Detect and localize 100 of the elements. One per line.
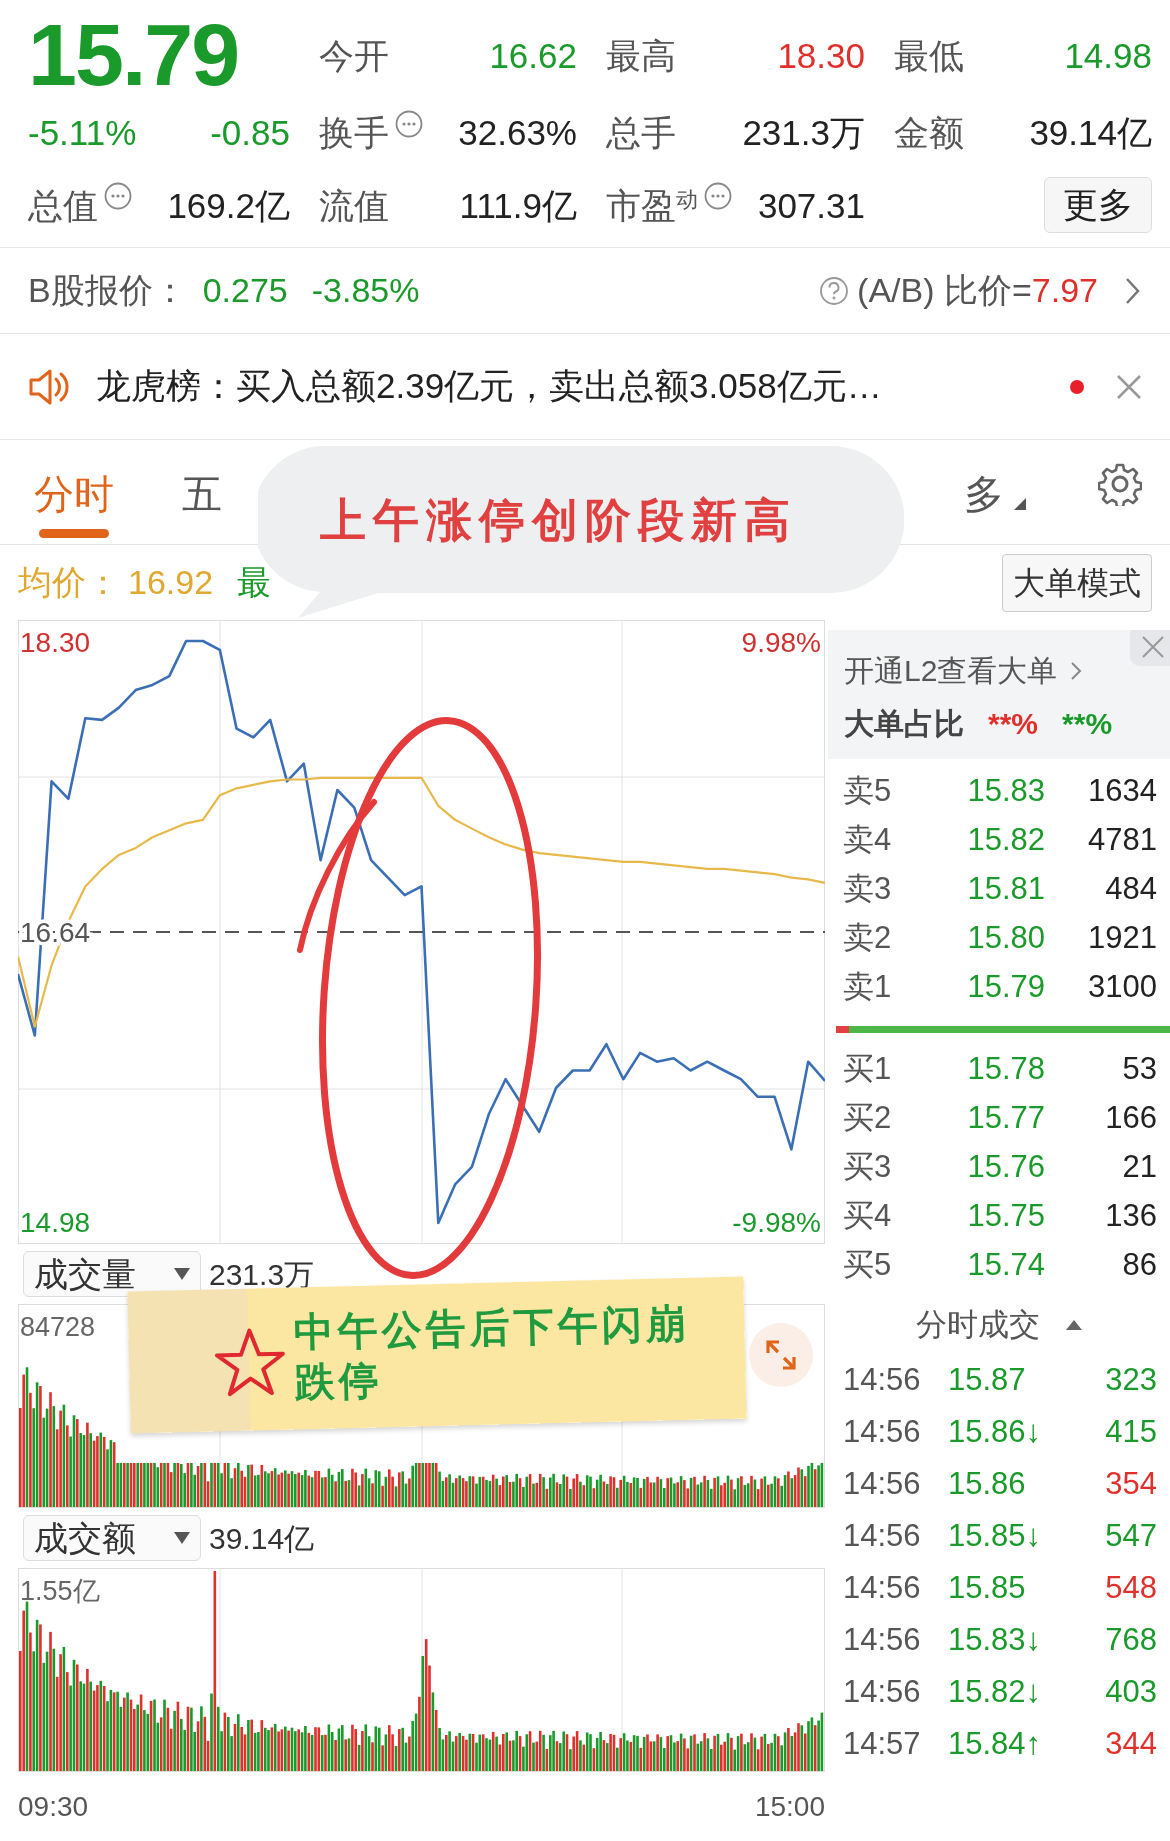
- caret-icon[interactable]: [1014, 498, 1026, 510]
- trade-time: 14:56: [843, 1412, 922, 1451]
- order-volume: 166: [1104, 1099, 1157, 1138]
- order-level-label: 买5: [843, 1246, 893, 1285]
- trade-price: 15.86↓: [948, 1412, 1043, 1451]
- trade-volume: 344: [1104, 1724, 1157, 1763]
- order-volume: 136: [1104, 1197, 1157, 1236]
- trade-price: 15.85: [948, 1568, 1027, 1607]
- l2-promo-panel[interactable]: 开通L2查看大单 大单占比 **% **%: [828, 630, 1170, 759]
- axis-label: 14.98: [20, 1206, 91, 1238]
- time-axis-label: 15:00: [754, 1790, 825, 1824]
- order-volume: 86: [1121, 1246, 1157, 1285]
- trade-volume: 548: [1104, 1568, 1157, 1607]
- trade-price: 15.84↑: [948, 1724, 1043, 1763]
- stat-label: 换手: [319, 115, 389, 150]
- order-level-label: 卖1: [843, 968, 893, 1007]
- order-price: 15.76: [966, 1148, 1045, 1187]
- order-price: 15.83: [966, 772, 1045, 811]
- ratio-value: 7.97: [1031, 270, 1098, 311]
- order-volume: 3100: [1087, 968, 1157, 1007]
- order-volume: 1634: [1087, 772, 1157, 811]
- stat-label: 总手: [606, 115, 676, 150]
- stat-label: 最低: [894, 37, 964, 73]
- order-volume: 1921: [1087, 919, 1157, 958]
- order-volume: 484: [1104, 870, 1157, 909]
- trade-time: 14:56: [843, 1568, 922, 1607]
- indicator-selector[interactable]: 成交量: [23, 1251, 201, 1297]
- trade-time: 14:56: [843, 1672, 922, 1711]
- ellipsis-icon[interactable]: [704, 182, 732, 210]
- trade-time: 14:56: [843, 1360, 922, 1399]
- big-order-mode-button[interactable]: 大单模式: [1002, 553, 1152, 612]
- ratio-label: (A/B) 比价=: [857, 270, 1032, 311]
- trade-volume: 323: [1104, 1360, 1157, 1399]
- stat-value: 39.14亿: [1029, 115, 1152, 150]
- latest-price-label: 最: [237, 562, 272, 603]
- stat-value: 18.30: [777, 37, 865, 73]
- time-axis-label: 09:30: [18, 1790, 89, 1824]
- tab[interactable]: 多: [960, 474, 1008, 544]
- average-price-value: 16.92: [128, 562, 214, 603]
- stat-value: 231.3万: [742, 115, 865, 150]
- order-price: 15.82: [966, 821, 1045, 860]
- order-level-label: 买2: [843, 1099, 893, 1138]
- stat-value: 169.2亿: [167, 187, 290, 223]
- order-level-label: 买4: [843, 1197, 893, 1236]
- ellipsis-icon[interactable]: [395, 109, 423, 138]
- tab[interactable]: 五: [178, 474, 226, 544]
- ellipsis-icon[interactable]: [104, 182, 132, 210]
- order-price: 15.79: [966, 968, 1045, 1007]
- trade-time: 14:56: [843, 1620, 922, 1659]
- expand-icon[interactable]: [748, 1322, 814, 1388]
- b-share-price: 0.275: [202, 270, 288, 311]
- close-icon[interactable]: [1130, 630, 1170, 666]
- stat-label: 流值: [319, 187, 389, 223]
- stat-value: 307.31: [757, 187, 865, 223]
- trade-price: 15.85↓: [948, 1516, 1043, 1555]
- trade-price: 15.86: [948, 1464, 1027, 1503]
- change-amount: -0.85: [210, 115, 290, 150]
- order-price: 15.78: [966, 1050, 1045, 1089]
- indicator-selector[interactable]: 成交额: [23, 1515, 201, 1561]
- annotation-text: 上午涨停创阶段新高: [320, 493, 797, 548]
- order-volume: 53: [1121, 1050, 1157, 1089]
- l2-promo-text[interactable]: 开通L2查看大单: [844, 648, 1058, 693]
- trade-price: 15.82↓: [948, 1672, 1043, 1711]
- total-value: 39.14亿: [209, 1520, 315, 1557]
- total-value: 231.3万: [209, 1256, 315, 1293]
- stat-value: 32.63%: [458, 115, 577, 150]
- stat-label: 最高: [606, 37, 676, 73]
- help-icon[interactable]: [819, 275, 850, 306]
- b-share-change: -3.85%: [311, 270, 420, 311]
- price-text: 15.79: [28, 15, 240, 95]
- settings-icon[interactable]: [1098, 462, 1142, 506]
- order-price: 15.74: [966, 1246, 1045, 1285]
- stat-label: 市盈$^{动}$: [606, 187, 698, 223]
- order-price: 15.81: [966, 870, 1045, 909]
- sell-ratio: **%: [1062, 706, 1113, 742]
- stat-value: 111.9亿: [459, 187, 577, 223]
- order-level-label: 卖4: [843, 821, 893, 860]
- stat-label: 今开: [319, 37, 389, 73]
- caret-icon[interactable]: [174, 1268, 190, 1280]
- news-text[interactable]: 龙虎榜：买入总额2.39亿元，卖出总额3.058亿元…: [96, 360, 882, 413]
- caret-icon[interactable]: [1066, 1320, 1082, 1330]
- axis-label: 18.30: [20, 626, 91, 658]
- more-button[interactable]: 更多: [1044, 177, 1152, 233]
- order-price: 15.75: [966, 1197, 1045, 1236]
- b-share-label: B股报价：: [28, 270, 187, 311]
- stat-value: 16.62: [489, 37, 577, 73]
- order-level-label: 买1: [843, 1050, 893, 1089]
- trade-time: 14:56: [843, 1464, 922, 1503]
- average-price-label: 均价：: [18, 562, 120, 603]
- trade-time: 14:57: [843, 1724, 922, 1763]
- trade-volume: 415: [1104, 1412, 1157, 1451]
- caret-icon[interactable]: [174, 1532, 190, 1544]
- stat-label: 总值: [28, 187, 98, 223]
- order-level-label: 买3: [843, 1148, 893, 1187]
- stat-value: 14.98: [1064, 37, 1152, 73]
- close-icon[interactable]: [1116, 373, 1142, 400]
- stat-label: 金额: [894, 115, 964, 150]
- buy-ratio: **%: [988, 706, 1039, 742]
- percent-label: -9.98%: [732, 1207, 821, 1238]
- percent-label: 9.98%: [741, 627, 821, 658]
